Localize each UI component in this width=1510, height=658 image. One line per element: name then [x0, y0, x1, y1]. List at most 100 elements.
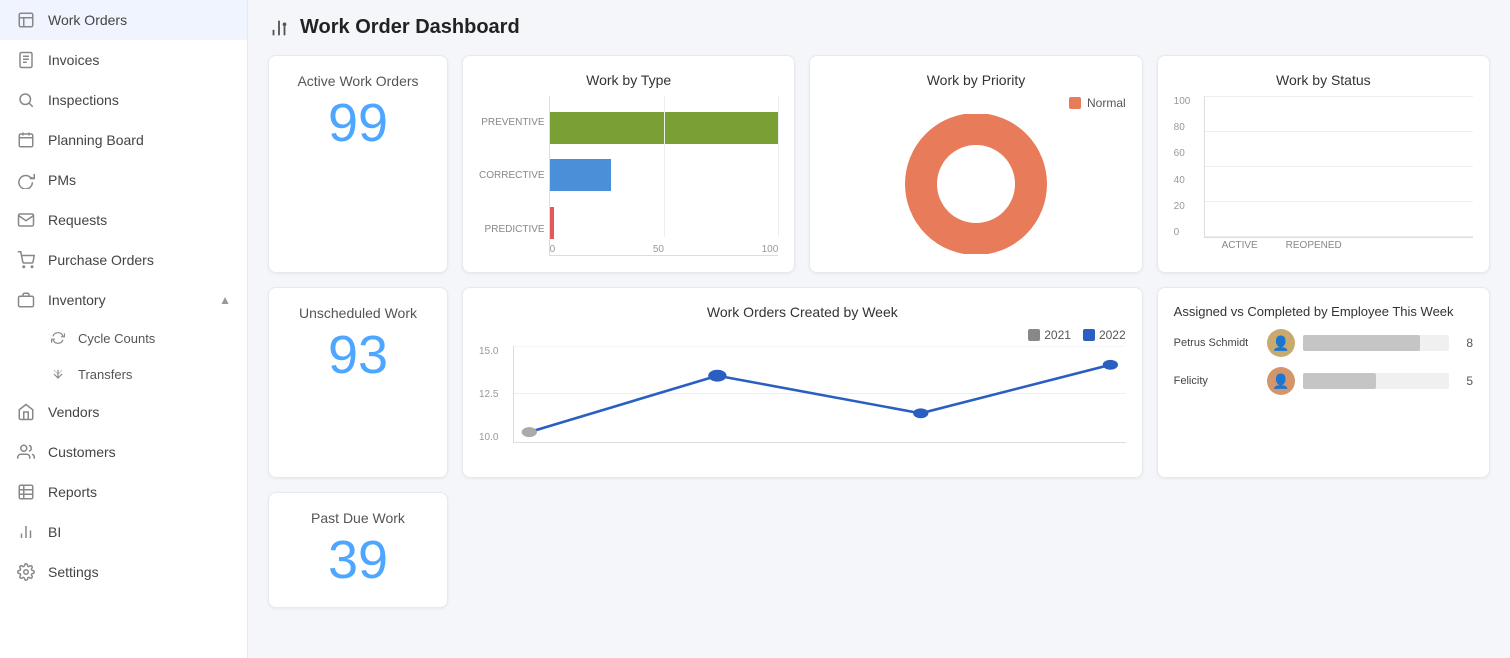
point-1: [522, 427, 537, 437]
dashboard-icon: [268, 17, 290, 39]
line-chart-svg: [513, 346, 1126, 443]
bar-corrective: [550, 159, 612, 191]
y-40: 40: [1174, 175, 1191, 186]
planning-board-icon: [16, 130, 36, 150]
sidebar-label-requests: Requests: [48, 212, 231, 228]
status-label-active: ACTIVE: [1214, 240, 1266, 251]
unscheduled-work-label: Unscheduled Work: [285, 304, 431, 322]
sidebar-label-customers: Customers: [48, 444, 231, 460]
employee-avatar-felicity: 👤: [1267, 367, 1295, 395]
page-header: Work Order Dashboard: [268, 16, 1490, 39]
customers-icon: [16, 442, 36, 462]
sidebar-item-invoices[interactable]: Invoices: [0, 40, 247, 80]
page-title: Work Order Dashboard: [300, 16, 520, 39]
sidebar-label-invoices: Invoices: [48, 52, 231, 68]
assigned-vs-completed-title: Assigned vs Completed by Employee This W…: [1174, 304, 1473, 319]
week-legend-2021: 2021: [1044, 328, 1071, 342]
y-20: 20: [1174, 201, 1191, 212]
bi-icon: [16, 522, 36, 542]
y-100: 100: [1174, 96, 1191, 107]
employee-bar-track-petrus: [1303, 335, 1449, 351]
y-80: 80: [1174, 122, 1191, 133]
status-label-reopened: REOPENED: [1286, 240, 1338, 251]
past-due-work-card: Past Due Work 39: [268, 492, 448, 608]
cycle-counts-icon: [48, 328, 68, 348]
sidebar-label-purchase-orders: Purchase Orders: [48, 252, 231, 268]
active-work-orders-label: Active Work Orders: [285, 72, 431, 90]
sidebar-item-transfers[interactable]: Transfers: [0, 356, 247, 392]
sidebar-label-bi: BI: [48, 524, 231, 540]
x-axis-100: 100: [762, 244, 779, 255]
sidebar-label-transfers: Transfers: [78, 367, 231, 382]
work-by-status-card: Work by Status 100 80 60 40 20 0: [1157, 55, 1490, 273]
employee-value-felicity: 5: [1457, 374, 1473, 388]
line-y-10: 10.0: [479, 432, 498, 443]
sidebar-item-inventory[interactable]: Inventory ▲: [0, 280, 247, 320]
sidebar-item-cycle-counts[interactable]: Cycle Counts: [0, 320, 247, 356]
sidebar-item-pms[interactable]: PMs: [0, 160, 247, 200]
work-orders-by-week-card: Work Orders Created by Week 2021 2022 15…: [462, 287, 1143, 478]
sidebar-label-work-orders: Work Orders: [48, 12, 231, 28]
vendors-icon: [16, 402, 36, 422]
sidebar-item-reports[interactable]: Reports: [0, 472, 247, 512]
line-2022: [529, 365, 1110, 432]
point-3: [913, 408, 928, 418]
employee-avatar-petrus: 👤: [1267, 329, 1295, 357]
sidebar-label-pms: PMs: [48, 172, 231, 188]
bar-predictive: [550, 207, 555, 239]
sidebar-label-vendors: Vendors: [48, 404, 231, 420]
donut-chart-svg: [896, 114, 1056, 254]
y-0: 0: [1174, 227, 1191, 238]
sidebar-item-purchase-orders[interactable]: Purchase Orders: [0, 240, 247, 280]
sidebar-label-reports: Reports: [48, 484, 231, 500]
point-2: [708, 370, 726, 382]
pms-icon: [16, 170, 36, 190]
active-work-orders-card: Active Work Orders 99: [268, 55, 448, 273]
priority-legend-dot: [1069, 97, 1081, 109]
week-legend-2022: 2022: [1099, 328, 1126, 342]
invoices-icon: [16, 50, 36, 70]
sidebar: Work Orders Invoices Inspections Plannin…: [0, 0, 248, 658]
y-60: 60: [1174, 148, 1191, 159]
employee-bar-felicity: [1303, 373, 1376, 389]
sidebar-item-vendors[interactable]: Vendors: [0, 392, 247, 432]
employee-row-petrus: Petrus Schmidt 👤 8: [1174, 329, 1473, 357]
work-orders-by-week-title: Work Orders Created by Week: [479, 304, 1126, 320]
bar-label-predictive: PREDICTIVE: [479, 224, 545, 235]
dashboard-grid: Active Work Orders 99 Work by Type PREVE…: [268, 55, 1490, 608]
sidebar-item-planning-board[interactable]: Planning Board: [0, 120, 247, 160]
sidebar-item-bi[interactable]: BI: [0, 512, 247, 552]
settings-icon: [16, 562, 36, 582]
work-by-priority-title: Work by Priority: [826, 72, 1125, 88]
reports-icon: [16, 482, 36, 502]
employee-name-petrus: Petrus Schmidt: [1174, 337, 1259, 349]
employee-row-felicity: Felicity 👤 5: [1174, 367, 1473, 395]
sidebar-item-work-orders[interactable]: Work Orders: [0, 0, 247, 40]
employee-value-petrus: 8: [1457, 336, 1473, 350]
x-axis-0: 0: [550, 244, 556, 255]
work-by-status-title: Work by Status: [1174, 72, 1473, 88]
bar-label-corrective: CORRECTIVE: [479, 170, 545, 181]
inspections-icon: [16, 90, 36, 110]
sidebar-label-planning-board: Planning Board: [48, 132, 231, 148]
transfers-icon: [48, 364, 68, 384]
bar-label-preventive: PREVENTIVE: [479, 117, 545, 128]
purchase-orders-icon: [16, 250, 36, 270]
assigned-vs-completed-card: Assigned vs Completed by Employee This W…: [1157, 287, 1490, 478]
point-4: [1103, 360, 1118, 370]
sidebar-item-settings[interactable]: Settings: [0, 552, 247, 592]
line-y-15: 15.0: [479, 346, 498, 357]
work-by-type-title: Work by Type: [479, 72, 778, 88]
active-work-orders-value: 99: [285, 94, 431, 153]
inventory-expand-icon: ▲: [219, 293, 231, 307]
sidebar-item-inspections[interactable]: Inspections: [0, 80, 247, 120]
sidebar-item-requests[interactable]: Requests: [0, 200, 247, 240]
unscheduled-work-value: 93: [285, 326, 431, 385]
sidebar-item-customers[interactable]: Customers: [0, 432, 247, 472]
unscheduled-work-card: Unscheduled Work 93: [268, 287, 448, 478]
line-y-125: 12.5: [479, 389, 498, 400]
past-due-work-value: 39: [285, 531, 431, 590]
main-content: Work Order Dashboard Active Work Orders …: [248, 0, 1510, 658]
sidebar-label-inventory: Inventory: [48, 292, 207, 308]
sidebar-label-cycle-counts: Cycle Counts: [78, 331, 231, 346]
